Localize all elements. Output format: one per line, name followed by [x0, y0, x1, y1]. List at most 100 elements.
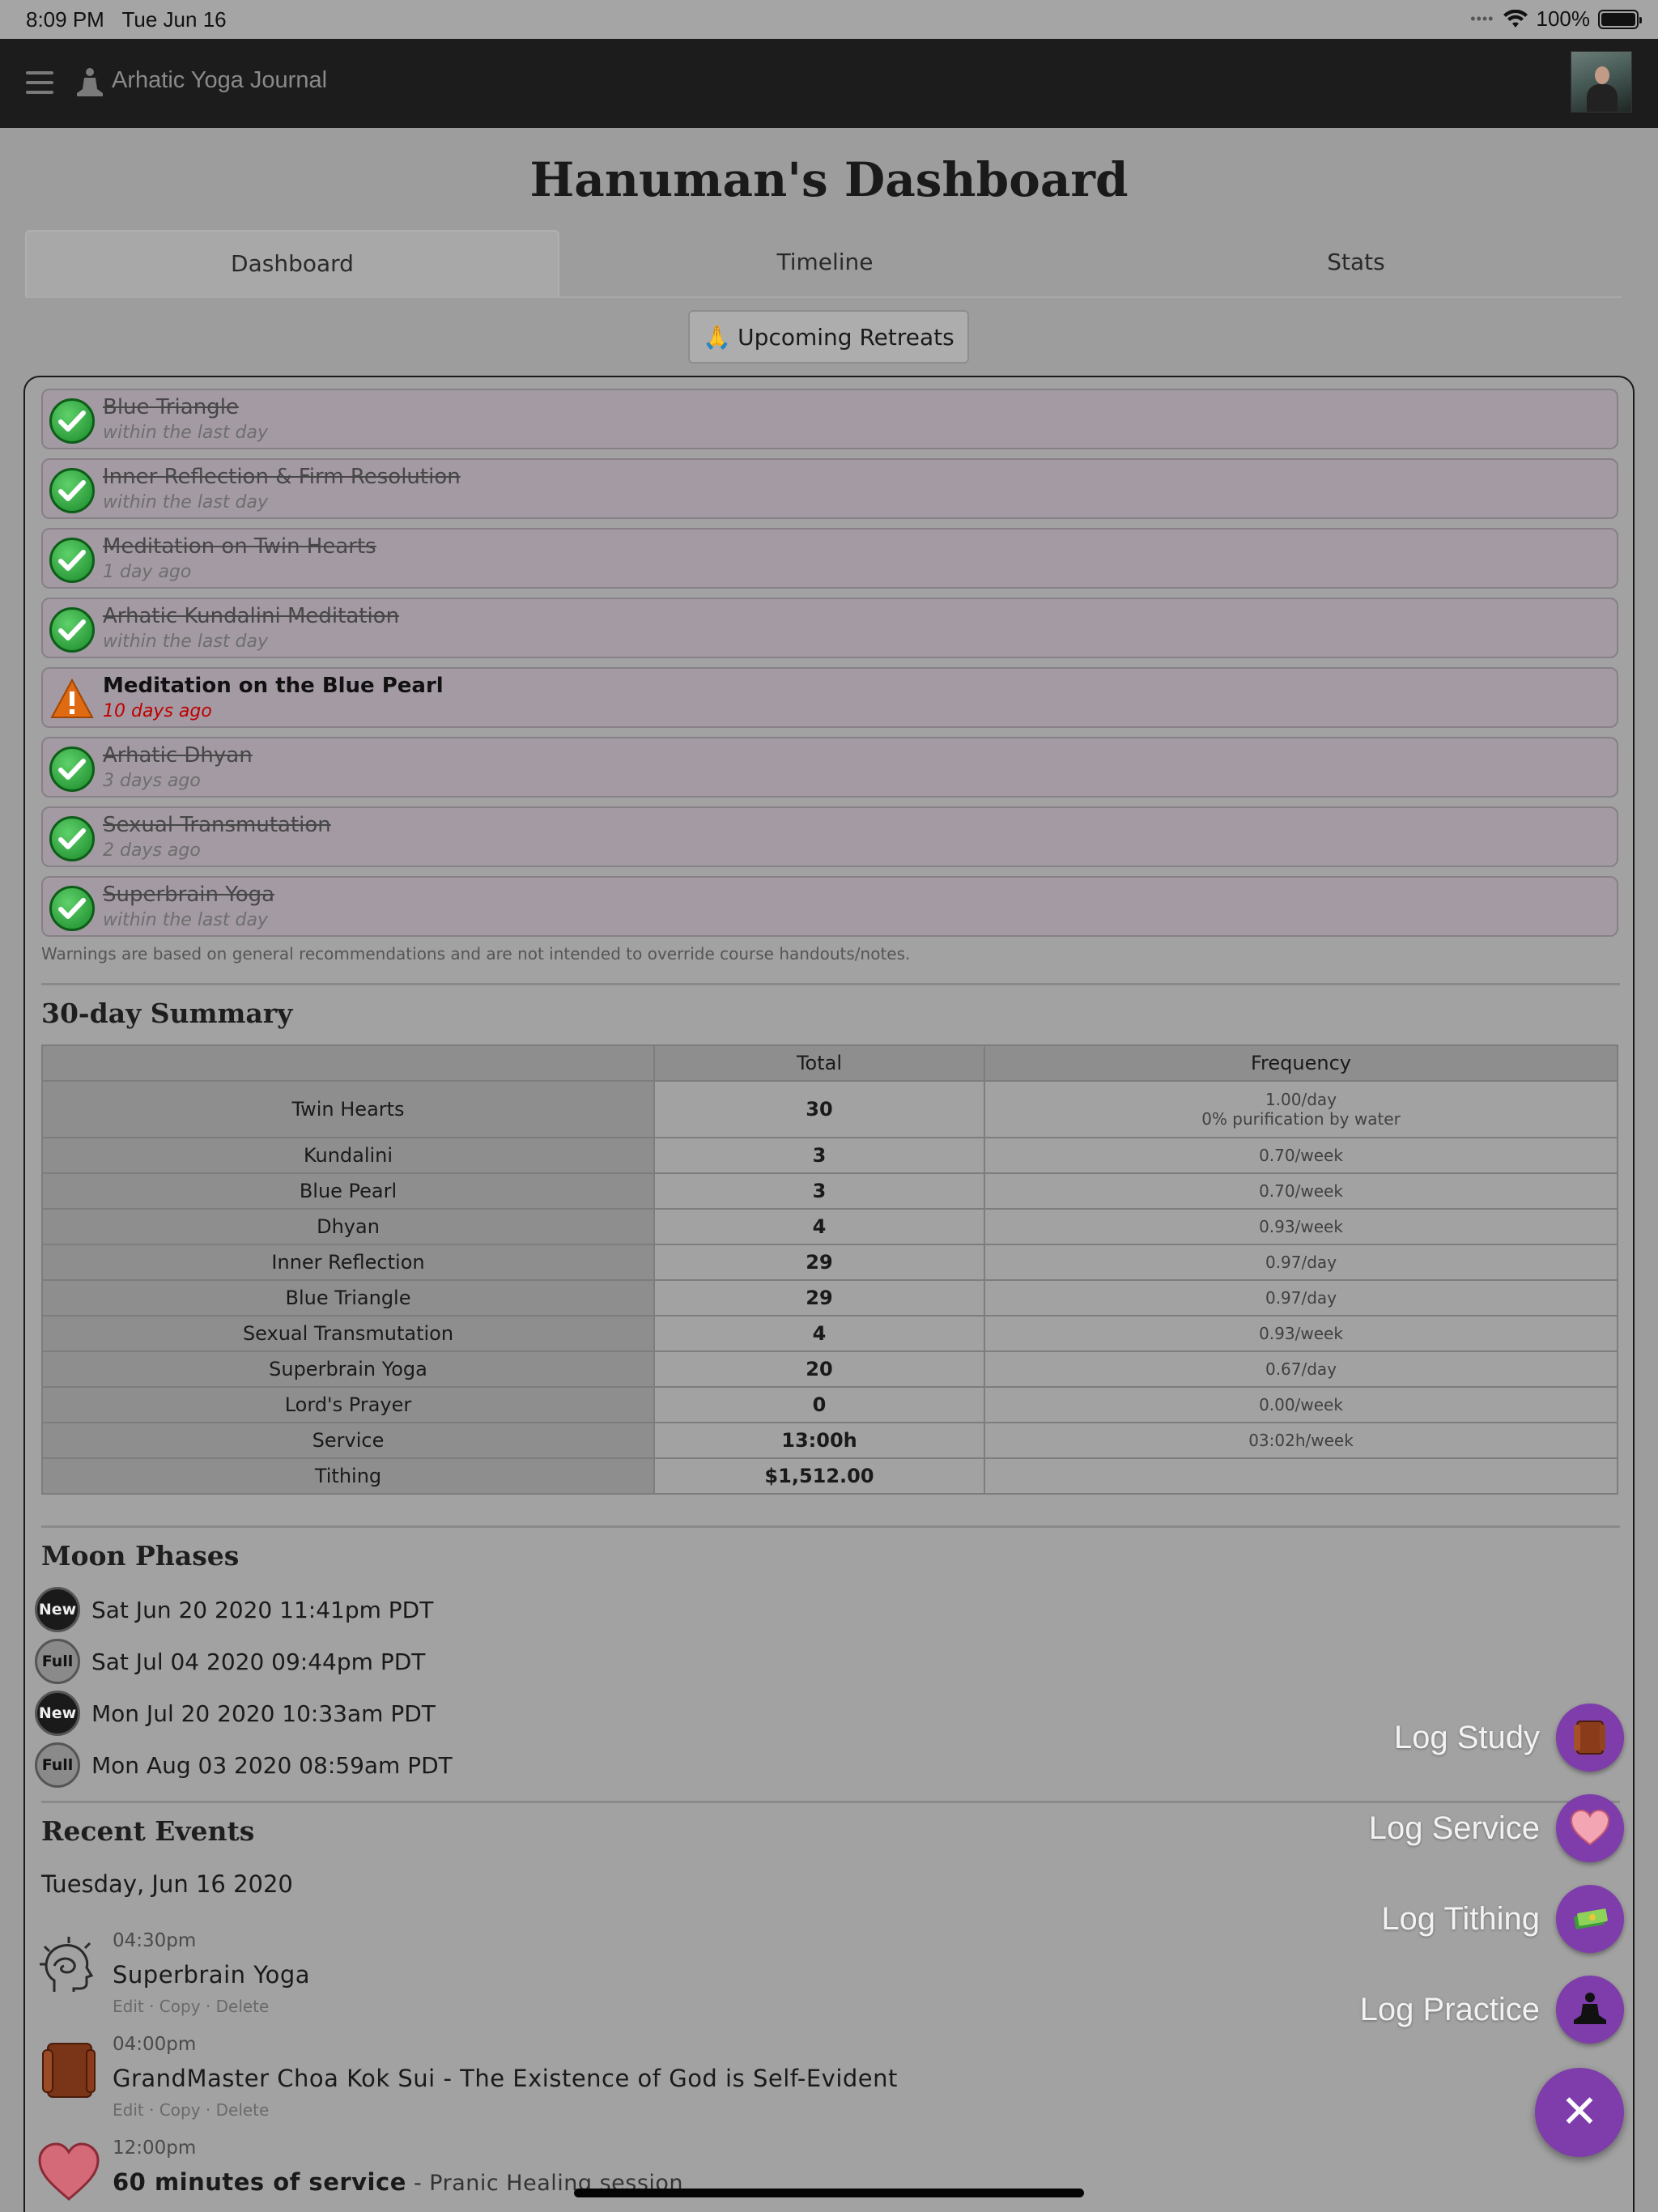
- log-practice-action[interactable]: Log Practice: [1360, 1976, 1624, 2044]
- row-frequency: 0.70/week: [984, 1172, 1618, 1210]
- table-header: Frequency: [984, 1044, 1618, 1082]
- row-frequency: 0.97/day: [984, 1279, 1618, 1317]
- summary-title: 30-day Summary: [41, 998, 293, 1029]
- practice-when: within the last day: [103, 492, 268, 513]
- practice-name: Sexual Transmutation: [103, 813, 331, 837]
- warning-icon: [50, 678, 94, 718]
- row-total: 29: [653, 1244, 985, 1281]
- practice-item[interactable]: Meditation on Twin Hearts 1 day ago: [41, 528, 1618, 589]
- row-label: Inner Reflection: [41, 1244, 655, 1281]
- log-tithing-action[interactable]: Log Tithing: [1381, 1885, 1624, 1953]
- row-label: Dhyan: [41, 1208, 655, 1245]
- practice-name: Meditation on Twin Hearts: [103, 534, 376, 559]
- table-row: Lord's Prayer 0 0.00/week: [41, 1386, 1618, 1423]
- tab-timeline[interactable]: Timeline: [559, 230, 1090, 296]
- practice-name: Arhatic Kundalini Meditation: [103, 604, 400, 628]
- events-date-heading: Tuesday, Jun 16 2020: [41, 1870, 293, 1898]
- app-title[interactable]: Arhatic Yoga Journal: [112, 67, 327, 94]
- row-label: Blue Pearl: [41, 1172, 655, 1210]
- row-total: 3: [653, 1172, 985, 1210]
- recent-events-title: Recent Events: [41, 1815, 255, 1847]
- practice-item[interactable]: Sexual Transmutation 2 days ago: [41, 806, 1618, 867]
- praying-hands-icon: 🙏: [703, 323, 732, 351]
- table-row: Blue Triangle 29 0.97/day: [41, 1279, 1618, 1317]
- practice-item[interactable]: Inner Reflection & Firm Resolution withi…: [41, 458, 1618, 519]
- upcoming-retreats-button[interactable]: 🙏 Upcoming Retreats: [688, 310, 969, 364]
- log-service-action[interactable]: Log Service: [1369, 1794, 1624, 1862]
- check-icon: [49, 398, 95, 444]
- row-total: 0: [653, 1386, 985, 1423]
- practice-item[interactable]: Arhatic Dhyan 3 days ago: [41, 737, 1618, 798]
- event-actions[interactable]: Edit · Copy · Delete: [113, 1997, 269, 2016]
- practice-when: 3 days ago: [103, 771, 201, 791]
- battery-icon: [1598, 9, 1642, 29]
- row-frequency: 0.97/day: [984, 1244, 1618, 1281]
- table-row: Sexual Transmutation 4 0.93/week: [41, 1315, 1618, 1352]
- table-row: Dhyan 4 0.93/week: [41, 1208, 1618, 1245]
- row-label: Twin Hearts: [41, 1080, 655, 1138]
- practice-item[interactable]: Arhatic Kundalini Meditation within the …: [41, 598, 1618, 658]
- app-bar: Arhatic Yoga Journal: [0, 39, 1658, 128]
- moon-phase-date: Sat Jul 04 2020 09:44pm PDT: [91, 1648, 426, 1675]
- upcoming-retreats-label: Upcoming Retreats: [738, 323, 954, 351]
- row-total: 20: [653, 1351, 985, 1388]
- signal-dots-icon: ••••: [1470, 11, 1494, 27]
- row-label: Sexual Transmutation: [41, 1315, 655, 1352]
- tab-dashboard[interactable]: Dashboard: [25, 230, 559, 296]
- row-total: 29: [653, 1279, 985, 1317]
- row-label: Tithing: [41, 1457, 655, 1495]
- full-moon-icon: Full: [35, 1742, 80, 1788]
- moon-phase-date: Mon Jul 20 2020 10:33am PDT: [91, 1699, 436, 1727]
- event-actions[interactable]: Edit · Copy · Delete: [113, 2100, 269, 2120]
- tab-stats[interactable]: Stats: [1090, 230, 1622, 296]
- practice-name: Meditation on the Blue Pearl: [103, 674, 444, 698]
- close-fab-button[interactable]: ✕: [1535, 2068, 1624, 2157]
- log-tithing-label: Log Tithing: [1381, 1900, 1540, 1937]
- practice-item[interactable]: Superbrain Yoga within the last day: [41, 876, 1618, 937]
- summary-table: Total Frequency Twin Hearts 30 1.00/day 0…: [41, 1044, 1618, 1495]
- log-service-label: Log Service: [1368, 1810, 1540, 1846]
- practice-when: 10 days ago: [103, 701, 212, 721]
- practice-item[interactable]: Blue Triangle within the last day: [41, 389, 1618, 449]
- practice-when: within the last day: [103, 423, 268, 443]
- practice-when: within the last day: [103, 910, 268, 930]
- table-header-row: Total Frequency: [41, 1044, 1618, 1082]
- new-moon-icon: New: [35, 1587, 80, 1632]
- moon-phase-item: New Mon Jul 20 2020 10:33am PDT: [35, 1691, 436, 1736]
- check-icon: [49, 607, 95, 653]
- event-title[interactable]: GrandMaster Choa Kok Sui - The Existence…: [113, 2065, 898, 2092]
- row-total: 30: [653, 1080, 985, 1138]
- practice-when: 1 day ago: [103, 562, 192, 582]
- row-frequency: 0.00/week: [984, 1386, 1618, 1423]
- row-frequency: 0.93/week: [984, 1208, 1618, 1245]
- practice-item-warning[interactable]: Meditation on the Blue Pearl 10 days ago: [41, 667, 1618, 728]
- event-title[interactable]: Superbrain Yoga: [113, 1961, 310, 1989]
- event-title-main: 60 minutes of service: [113, 2168, 406, 2196]
- practice-name: Superbrain Yoga: [103, 883, 275, 907]
- practice-name: Inner Reflection & Firm Resolution: [103, 465, 461, 489]
- meditation-logo-icon: [77, 68, 103, 96]
- close-icon: ✕: [1560, 2086, 1599, 2138]
- home-indicator[interactable]: [574, 2189, 1084, 2197]
- battery-percent: 100%: [1536, 6, 1591, 31]
- heart-icon[interactable]: [1556, 1794, 1624, 1862]
- table-row: Kundalini 3 0.70/week: [41, 1137, 1618, 1174]
- new-moon-icon: New: [35, 1691, 80, 1736]
- status-indicators: •••• 100%: [1470, 6, 1642, 32]
- row-total: 4: [653, 1208, 985, 1245]
- log-study-action[interactable]: Log Study: [1394, 1704, 1624, 1772]
- moon-phase-date: Sat Jun 20 2020 11:41pm PDT: [91, 1596, 434, 1623]
- row-label: Superbrain Yoga: [41, 1351, 655, 1388]
- row-total: $1,512.00: [653, 1457, 985, 1495]
- avatar[interactable]: [1571, 51, 1632, 113]
- full-moon-icon: Full: [35, 1639, 80, 1684]
- money-icon[interactable]: [1556, 1885, 1624, 1953]
- menu-icon[interactable]: [26, 71, 53, 94]
- log-study-label: Log Study: [1393, 1719, 1540, 1755]
- tab-bar: Dashboard Timeline Stats: [25, 230, 1622, 298]
- book-icon[interactable]: [1556, 1704, 1624, 1772]
- event-time: 04:00pm: [113, 2034, 197, 2055]
- table-row: Inner Reflection 29 0.97/day: [41, 1244, 1618, 1281]
- event-time: 12:00pm: [113, 2138, 197, 2159]
- meditation-icon[interactable]: [1556, 1976, 1624, 2044]
